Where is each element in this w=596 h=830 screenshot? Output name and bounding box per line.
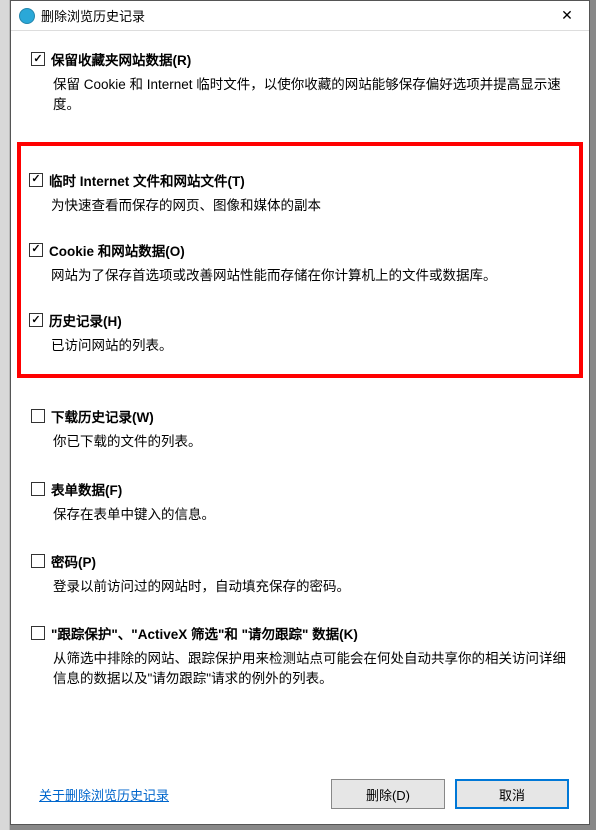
option-passwords: 密码(P) 登录以前访问过的网站时，自动填充保存的密码。: [31, 551, 569, 597]
left-edge: [0, 0, 10, 830]
desc-form-data: 保存在表单中键入的信息。: [53, 505, 569, 525]
checkbox-cookies[interactable]: [29, 243, 43, 257]
label-history: 历史记录(H): [49, 310, 122, 330]
cancel-button[interactable]: 取消: [455, 779, 569, 809]
ie-icon: [19, 8, 35, 24]
dialog-title: 删除浏览历史记录: [41, 6, 545, 25]
label-temp-files: 临时 Internet 文件和网站文件(T): [49, 170, 245, 190]
dialog-footer: 关于删除浏览历史记录 删除(D) 取消: [11, 764, 589, 824]
close-icon: ✕: [561, 7, 573, 24]
option-temp-files: 临时 Internet 文件和网站文件(T) 为快速查看而保存的网页、图像和媒体…: [29, 170, 567, 216]
checkbox-preserve-favorites[interactable]: [31, 52, 45, 66]
delete-button[interactable]: 删除(D): [331, 779, 445, 809]
desc-cookies: 网站为了保存首选项或改善网站性能而存储在你计算机上的文件或数据库。: [51, 266, 567, 286]
label-download-history: 下载历史记录(W): [51, 406, 154, 426]
about-link[interactable]: 关于删除浏览历史记录: [39, 785, 169, 804]
label-preserve-favorites: 保留收藏夹网站数据(R): [51, 49, 191, 69]
option-preserve-favorites: 保留收藏夹网站数据(R) 保留 Cookie 和 Internet 临时文件，以…: [31, 49, 569, 116]
desc-tracking: 从筛选中排除的网站、跟踪保护用来检测站点可能会在何处自动共享你的相关访问详细信息…: [53, 649, 569, 690]
desc-history: 已访问网站的列表。: [51, 336, 567, 356]
checkbox-temp-files[interactable]: [29, 173, 43, 187]
option-tracking: "跟踪保护"、"ActiveX 筛选"和 "请勿跟踪" 数据(K) 从筛选中排除…: [31, 623, 569, 690]
desc-passwords: 登录以前访问过的网站时，自动填充保存的密码。: [53, 577, 569, 597]
option-form-data: 表单数据(F) 保存在表单中键入的信息。: [31, 479, 569, 525]
dialog-content: 保留收藏夹网站数据(R) 保留 Cookie 和 Internet 临时文件，以…: [11, 31, 589, 764]
label-passwords: 密码(P): [51, 551, 96, 571]
label-cookies: Cookie 和网站数据(O): [49, 240, 185, 260]
option-download-history: 下载历史记录(W) 你已下载的文件的列表。: [31, 406, 569, 452]
checkbox-history[interactable]: [29, 313, 43, 327]
desc-download-history: 你已下载的文件的列表。: [53, 432, 569, 452]
desc-preserve-favorites: 保留 Cookie 和 Internet 临时文件，以使你收藏的网站能够保存偏好…: [53, 75, 569, 116]
label-tracking: "跟踪保护"、"ActiveX 筛选"和 "请勿跟踪" 数据(K): [51, 623, 358, 643]
titlebar: 删除浏览历史记录 ✕: [11, 1, 589, 31]
close-button[interactable]: ✕: [545, 1, 589, 30]
checkbox-form-data[interactable]: [31, 482, 45, 496]
desc-temp-files: 为快速查看而保存的网页、图像和媒体的副本: [51, 196, 567, 216]
highlighted-options: 临时 Internet 文件和网站文件(T) 为快速查看而保存的网页、图像和媒体…: [17, 142, 583, 379]
label-form-data: 表单数据(F): [51, 479, 122, 499]
option-cookies: Cookie 和网站数据(O) 网站为了保存首选项或改善网站性能而存储在你计算机…: [29, 240, 567, 286]
checkbox-download-history[interactable]: [31, 409, 45, 423]
option-history: 历史记录(H) 已访问网站的列表。: [29, 310, 567, 356]
checkbox-tracking[interactable]: [31, 626, 45, 640]
dialog-window: 删除浏览历史记录 ✕ 保留收藏夹网站数据(R) 保留 Cookie 和 Inte…: [10, 0, 590, 825]
checkbox-passwords[interactable]: [31, 554, 45, 568]
